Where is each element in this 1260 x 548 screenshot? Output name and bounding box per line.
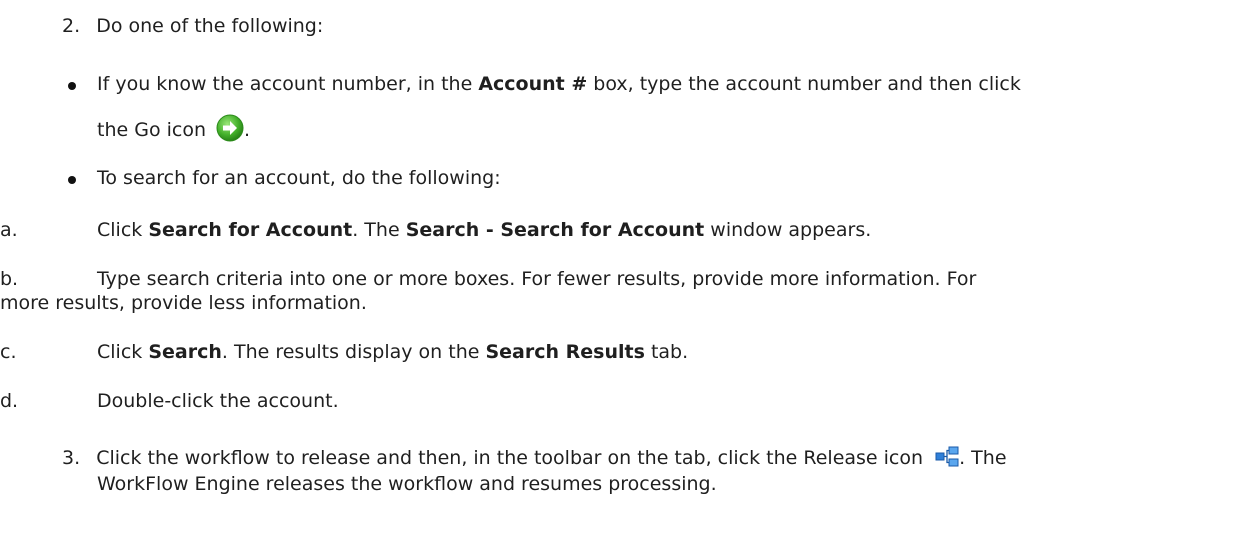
search-label: Search <box>148 341 222 363</box>
substep-label: c. <box>0 341 17 363</box>
release-workflow-icon <box>935 446 959 468</box>
step-text: Click the workflow to release and then, … <box>96 447 930 469</box>
substep-c: c. Click Search. The results display on t… <box>0 340 688 364</box>
substep-label: d. <box>0 390 19 412</box>
step-number: 2. <box>62 15 81 37</box>
bullet-2-text: To search for an account, do the followi… <box>97 167 501 189</box>
substep-b-cont: more results, provide less information. <box>0 291 367 315</box>
step-3: 3. Click the workflow to release and the… <box>62 446 1007 470</box>
account-number-label: Account # <box>478 73 588 95</box>
search-for-account-label: Search for Account <box>148 219 353 241</box>
step-text: Do one of the following: <box>96 15 324 37</box>
bullet-dot <box>68 82 76 90</box>
bullet-dot <box>68 176 76 184</box>
bullet-1-line-1: If you know the account number, in the A… <box>97 72 1021 96</box>
bullet-2: To search for an account, do the followi… <box>97 166 501 190</box>
bullet-1-line-2: the Go icon . <box>97 114 250 142</box>
step-text: WorkFlow Engine releases the workflow an… <box>97 473 717 495</box>
substep-text: Type search criteria into one or more bo… <box>97 268 977 290</box>
substep-text: . The <box>352 219 406 241</box>
substep-a: a. Click Search for Account. The Search -… <box>0 218 871 242</box>
substep-text: . The results display on the <box>221 341 486 363</box>
substep-b: b. Type search criteria into one or more … <box>0 267 976 291</box>
substep-text: Click <box>97 341 149 363</box>
substep-label: b. <box>0 268 19 290</box>
search-results-label: Search Results <box>485 341 645 363</box>
bullet-1-text-cont: box, type the account number and then cl… <box>587 73 1021 95</box>
step-2: 2. Do one of the following: <box>62 14 323 38</box>
step-3-cont: WorkFlow Engine releases the workflow an… <box>97 472 717 496</box>
bullet-1-text-go: the Go icon <box>97 119 213 141</box>
search-window-label: Search - Search for Account <box>405 219 705 241</box>
substep-text: Double-click the account. <box>97 390 339 412</box>
go-arrow-icon <box>216 114 244 142</box>
substep-text: Click <box>97 219 149 241</box>
substep-label: a. <box>0 219 18 241</box>
substep-text: window appears. <box>704 219 872 241</box>
bullet-1-period: . <box>244 119 251 141</box>
bullet-1-text: If you know the account number, in the <box>97 73 479 95</box>
substep-d: d. Double-click the account. <box>0 389 339 413</box>
step-text: . The <box>959 447 1007 469</box>
substep-text: more results, provide less information. <box>0 292 367 314</box>
substep-text: tab. <box>644 341 689 363</box>
step-number: 3. <box>62 447 81 469</box>
